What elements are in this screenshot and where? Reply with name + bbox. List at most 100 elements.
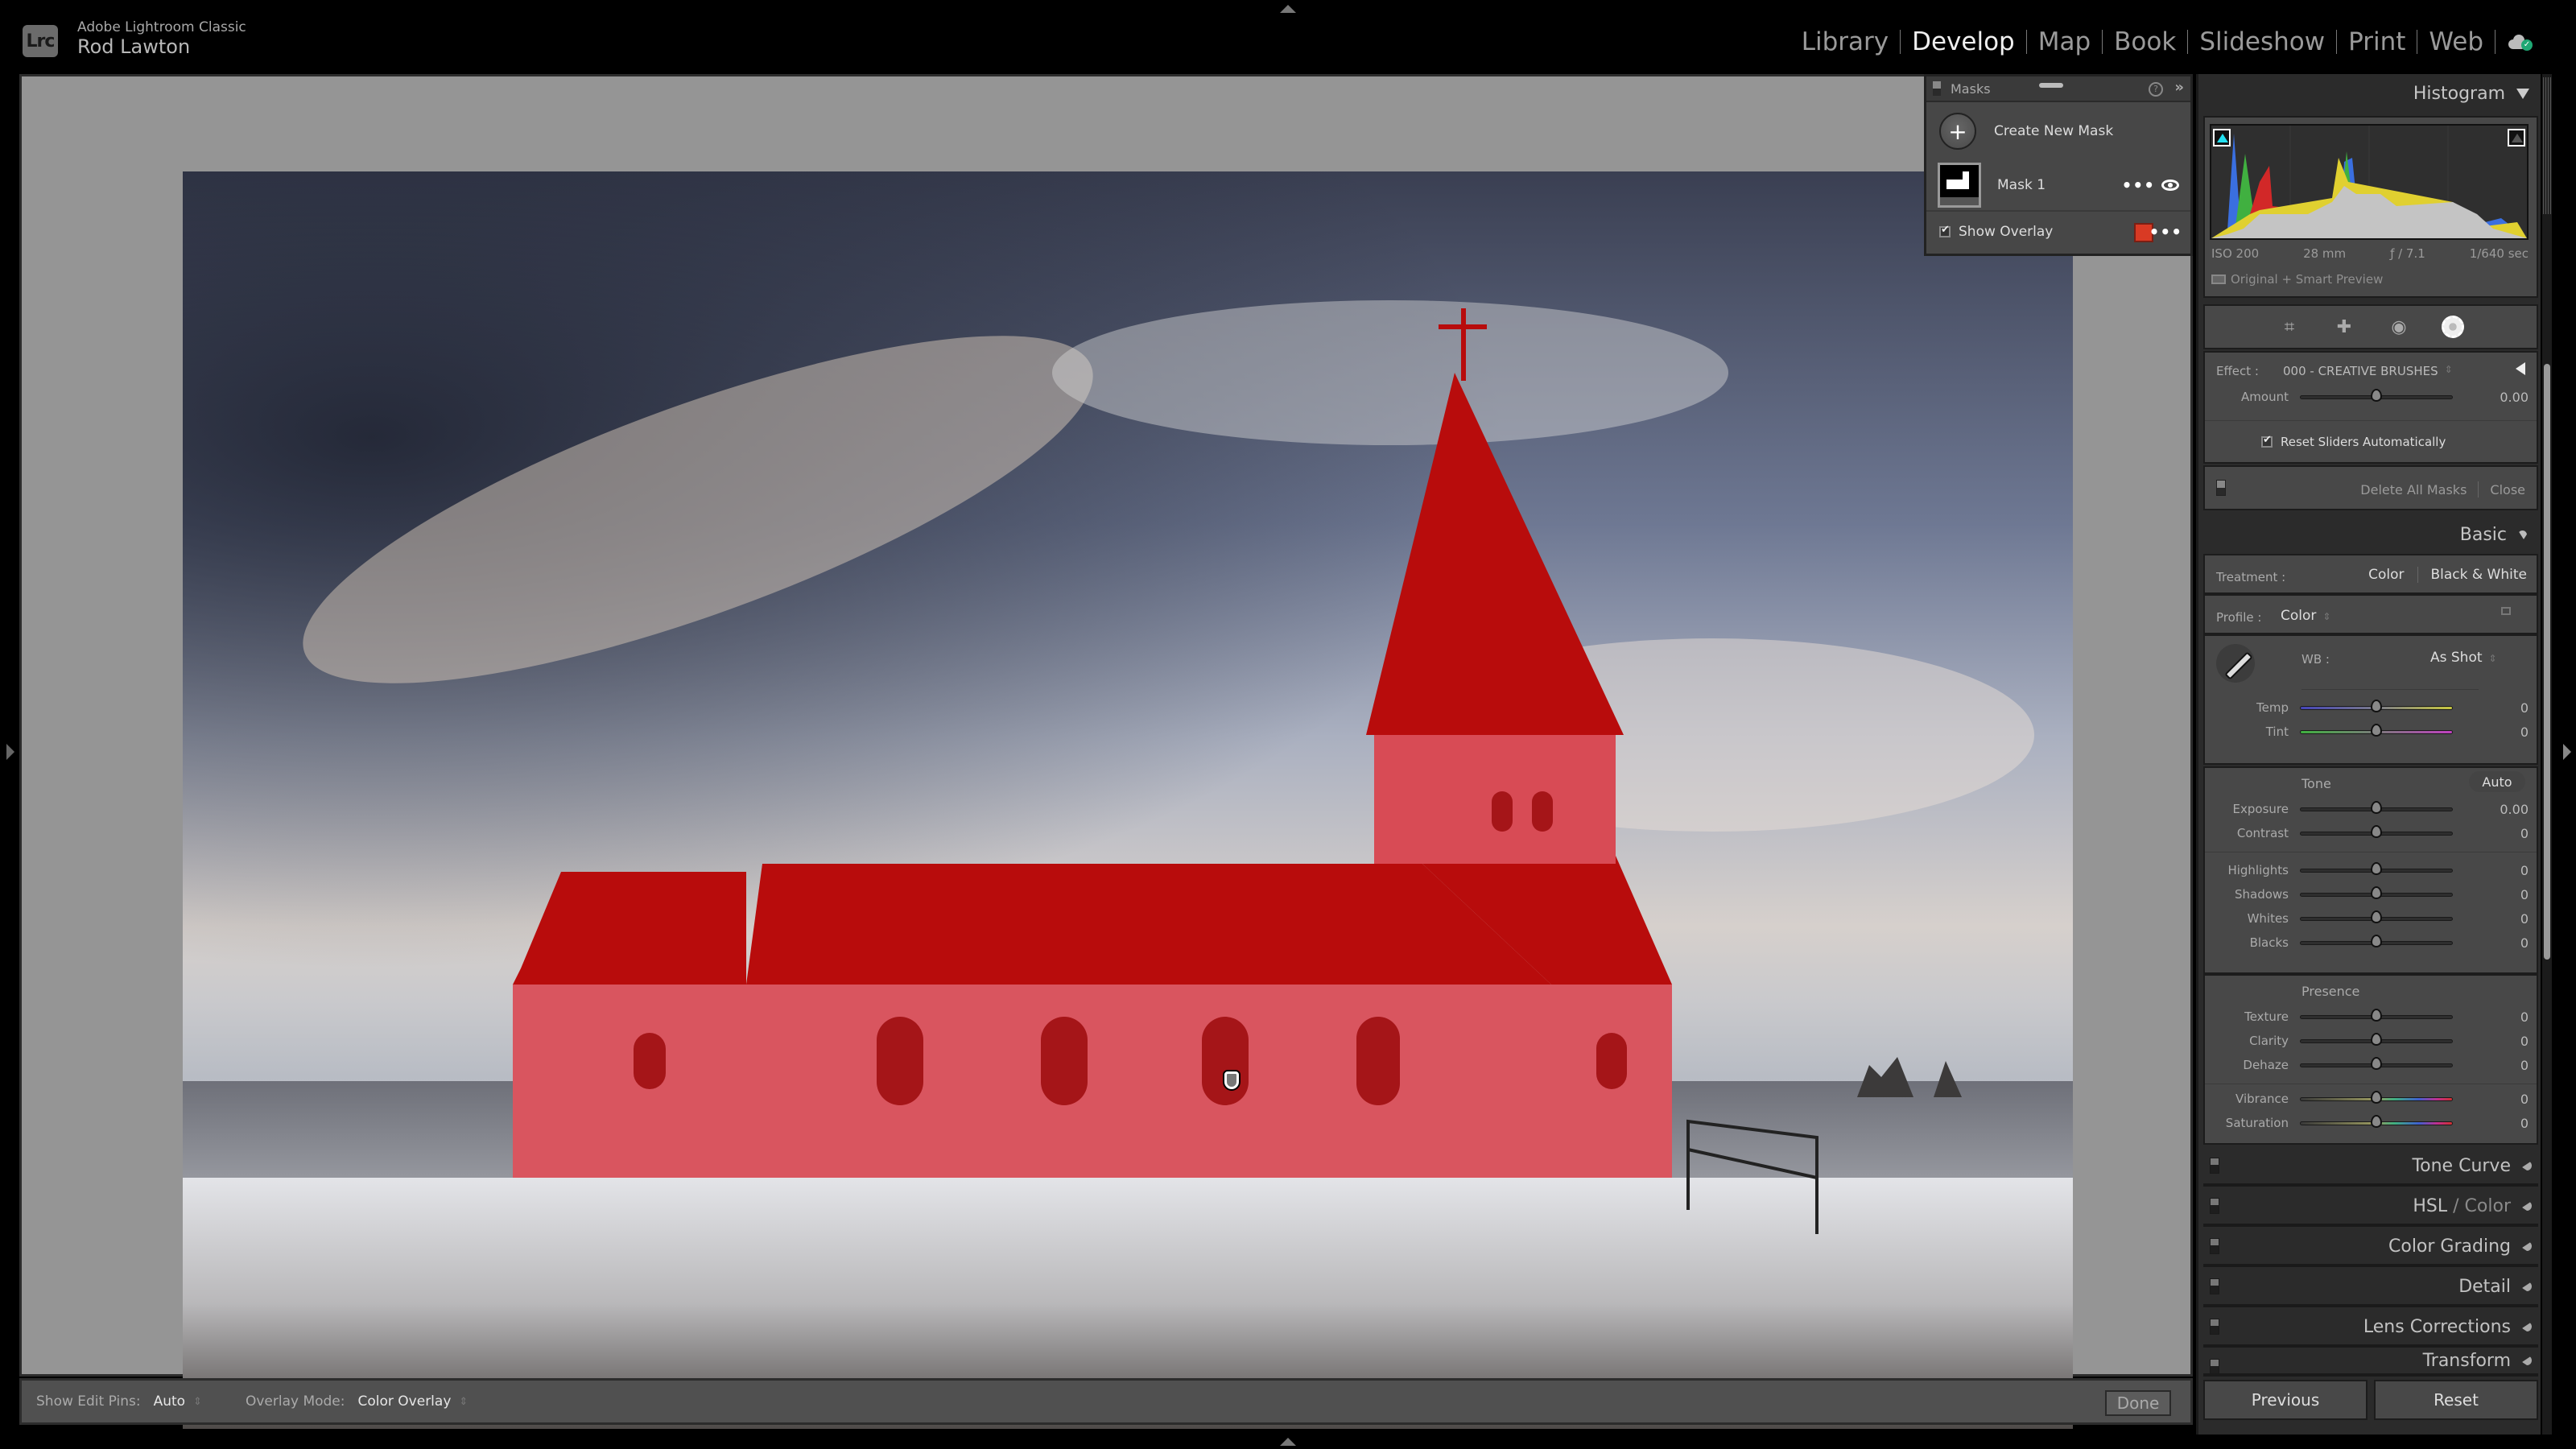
section-transform[interactable]: Transform bbox=[2203, 1349, 2538, 1377]
section-label[interactable]: HSL / Color bbox=[2413, 1196, 2511, 1216]
panel-toggle-icon[interactable] bbox=[2210, 1198, 2219, 1214]
panel-toggle-icon[interactable] bbox=[2210, 1158, 2219, 1174]
collapse-right-panel-arrow-icon[interactable] bbox=[2563, 744, 2571, 760]
more-options-icon[interactable]: ••• bbox=[2149, 222, 2182, 242]
effect-select[interactable]: 000 - CREATIVE BRUSHES bbox=[2283, 364, 2438, 378]
show-overlay-label[interactable]: Show Overlay bbox=[1959, 224, 2053, 240]
slider-thumb[interactable] bbox=[2371, 389, 2382, 402]
show-overlay-checkbox[interactable] bbox=[1939, 224, 1951, 237]
mask-thumbnail[interactable] bbox=[1938, 163, 1981, 208]
treatment-color[interactable]: Color bbox=[2368, 567, 2404, 583]
panel-toggle-icon[interactable] bbox=[2210, 1359, 2219, 1373]
right-panel-scrollbar[interactable] bbox=[2542, 74, 2552, 1435]
slider-thumb[interactable] bbox=[2371, 1033, 2382, 1046]
slider-track[interactable] bbox=[2300, 935, 2453, 947]
treatment-black-white[interactable]: Black & White bbox=[2431, 567, 2528, 583]
slider-track[interactable] bbox=[2300, 862, 2453, 875]
module-develop[interactable]: Develop bbox=[1901, 27, 2026, 56]
slider-thumb[interactable] bbox=[2371, 1057, 2382, 1070]
slider-thumb[interactable] bbox=[2371, 700, 2382, 712]
panel-toggle-icon[interactable] bbox=[2216, 480, 2226, 496]
histogram-header[interactable]: Histogram bbox=[2413, 84, 2529, 104]
wb-select[interactable]: As Shot ⇕ bbox=[2430, 650, 2497, 666]
module-slideshow[interactable]: Slideshow bbox=[2188, 27, 2336, 56]
slider-thumb[interactable] bbox=[2371, 1091, 2382, 1104]
basic-header[interactable]: Basic bbox=[2460, 525, 2529, 545]
slider-track[interactable] bbox=[2300, 724, 2453, 737]
healing-icon[interactable]: ✚ bbox=[2332, 315, 2356, 339]
close-masking-button[interactable]: Close bbox=[2490, 482, 2525, 497]
mask-list-item[interactable]: Mask 1 ••• bbox=[1926, 160, 2190, 212]
section-label[interactable]: Transform bbox=[2423, 1351, 2511, 1371]
slider-thumb[interactable] bbox=[2371, 862, 2382, 875]
slider-value[interactable]: 0 bbox=[2520, 1034, 2529, 1049]
mask-name[interactable]: Mask 1 bbox=[1997, 177, 2046, 193]
scrollbar-thumb[interactable] bbox=[2544, 364, 2550, 960]
expand-panel-icon[interactable]: » bbox=[2174, 79, 2184, 96]
slider-track[interactable] bbox=[2300, 825, 2453, 838]
slider-value[interactable]: 0 bbox=[2520, 935, 2529, 951]
create-new-mask-label[interactable]: Create New Mask bbox=[1994, 123, 2113, 139]
slider-value[interactable]: 0 bbox=[2520, 1009, 2529, 1025]
slider-value[interactable]: 0 bbox=[2520, 1116, 2529, 1131]
photo-church-with-mask-overlay[interactable] bbox=[183, 171, 2073, 1429]
plus-icon[interactable]: + bbox=[1939, 113, 1976, 150]
expand-triangle-icon[interactable] bbox=[2522, 1322, 2532, 1335]
cloud-sync-icon[interactable]: ✓ bbox=[2508, 33, 2533, 51]
slider-value[interactable]: 0 bbox=[2520, 887, 2529, 902]
delete-all-masks-button[interactable]: Delete All Masks bbox=[2360, 482, 2467, 497]
more-options-icon[interactable]: ••• bbox=[2122, 175, 2155, 195]
slider-value[interactable]: 0 bbox=[2520, 1092, 2529, 1107]
panel-toggle-icon[interactable] bbox=[2210, 1238, 2219, 1254]
panel-toggle-icon[interactable] bbox=[1933, 81, 1941, 96]
expand-triangle-icon[interactable] bbox=[2522, 1201, 2532, 1214]
panel-toggle-icon[interactable] bbox=[2210, 1319, 2219, 1335]
edit-pin[interactable] bbox=[1224, 1071, 1239, 1089]
shadow-clipping-icon[interactable] bbox=[2213, 129, 2231, 147]
crop-icon[interactable]: ⌗ bbox=[2277, 315, 2301, 339]
slider-thumb[interactable] bbox=[2371, 1115, 2382, 1128]
module-library[interactable]: Library bbox=[1790, 27, 1900, 56]
eye-icon[interactable] bbox=[2161, 180, 2179, 191]
slider-thumb[interactable] bbox=[2371, 825, 2382, 838]
slider-value[interactable]: 0 bbox=[2520, 911, 2529, 927]
slider-value[interactable]: 0.00 bbox=[2500, 390, 2529, 405]
expand-triangle-icon[interactable] bbox=[2522, 1161, 2532, 1174]
module-book[interactable]: Book bbox=[2103, 27, 2187, 56]
section-detail[interactable]: Detail bbox=[2203, 1269, 2538, 1307]
slider-track[interactable] bbox=[2300, 1009, 2453, 1022]
masking-icon[interactable] bbox=[2442, 316, 2464, 338]
section-color-grading[interactable]: Color Grading bbox=[2203, 1228, 2538, 1267]
slider-track[interactable] bbox=[2300, 1033, 2453, 1046]
slider-thumb[interactable] bbox=[2371, 910, 2382, 923]
module-print[interactable]: Print bbox=[2337, 27, 2417, 56]
previous-button[interactable]: Previous bbox=[2203, 1380, 2368, 1420]
slider-thumb[interactable] bbox=[2371, 724, 2382, 737]
profile-select[interactable]: Color ⇕ bbox=[2281, 608, 2330, 624]
collapse-triangle-icon[interactable] bbox=[2516, 89, 2529, 99]
slider-track[interactable] bbox=[2300, 700, 2453, 712]
slider-value[interactable]: 0 bbox=[2520, 700, 2529, 716]
slider-thumb[interactable] bbox=[2371, 1009, 2382, 1022]
masks-panel-header[interactable]: Masks ? » bbox=[1926, 76, 2190, 102]
section-label[interactable]: Tone Curve bbox=[2412, 1156, 2511, 1176]
slider-track[interactable] bbox=[2300, 1115, 2453, 1128]
expand-triangle-icon[interactable] bbox=[2522, 1282, 2532, 1294]
reset-sliders-label[interactable]: Reset Sliders Automatically bbox=[2281, 435, 2446, 449]
slider-value[interactable]: 0.00 bbox=[2500, 802, 2529, 817]
image-canvas[interactable] bbox=[19, 74, 2193, 1429]
slider-track[interactable] bbox=[2300, 801, 2453, 814]
slider-track[interactable] bbox=[2300, 886, 2453, 899]
expand-left-panel-arrow-icon[interactable] bbox=[6, 744, 14, 760]
section-hsl-color[interactable]: HSL / Color bbox=[2203, 1188, 2538, 1227]
slider-thumb[interactable] bbox=[2371, 935, 2382, 947]
expand-triangle-icon[interactable] bbox=[2522, 1241, 2532, 1254]
drag-handle-icon[interactable] bbox=[2039, 83, 2063, 88]
slider-value[interactable]: 0 bbox=[2520, 863, 2529, 878]
module-map[interactable]: Map bbox=[2027, 27, 2102, 56]
slider-value[interactable]: 0 bbox=[2520, 724, 2529, 740]
module-web[interactable]: Web bbox=[2417, 27, 2495, 56]
profile-browser-grid-icon[interactable] bbox=[2501, 607, 2525, 626]
histogram-graph[interactable] bbox=[2210, 124, 2529, 240]
section-lens-corrections[interactable]: Lens Corrections bbox=[2203, 1309, 2538, 1348]
